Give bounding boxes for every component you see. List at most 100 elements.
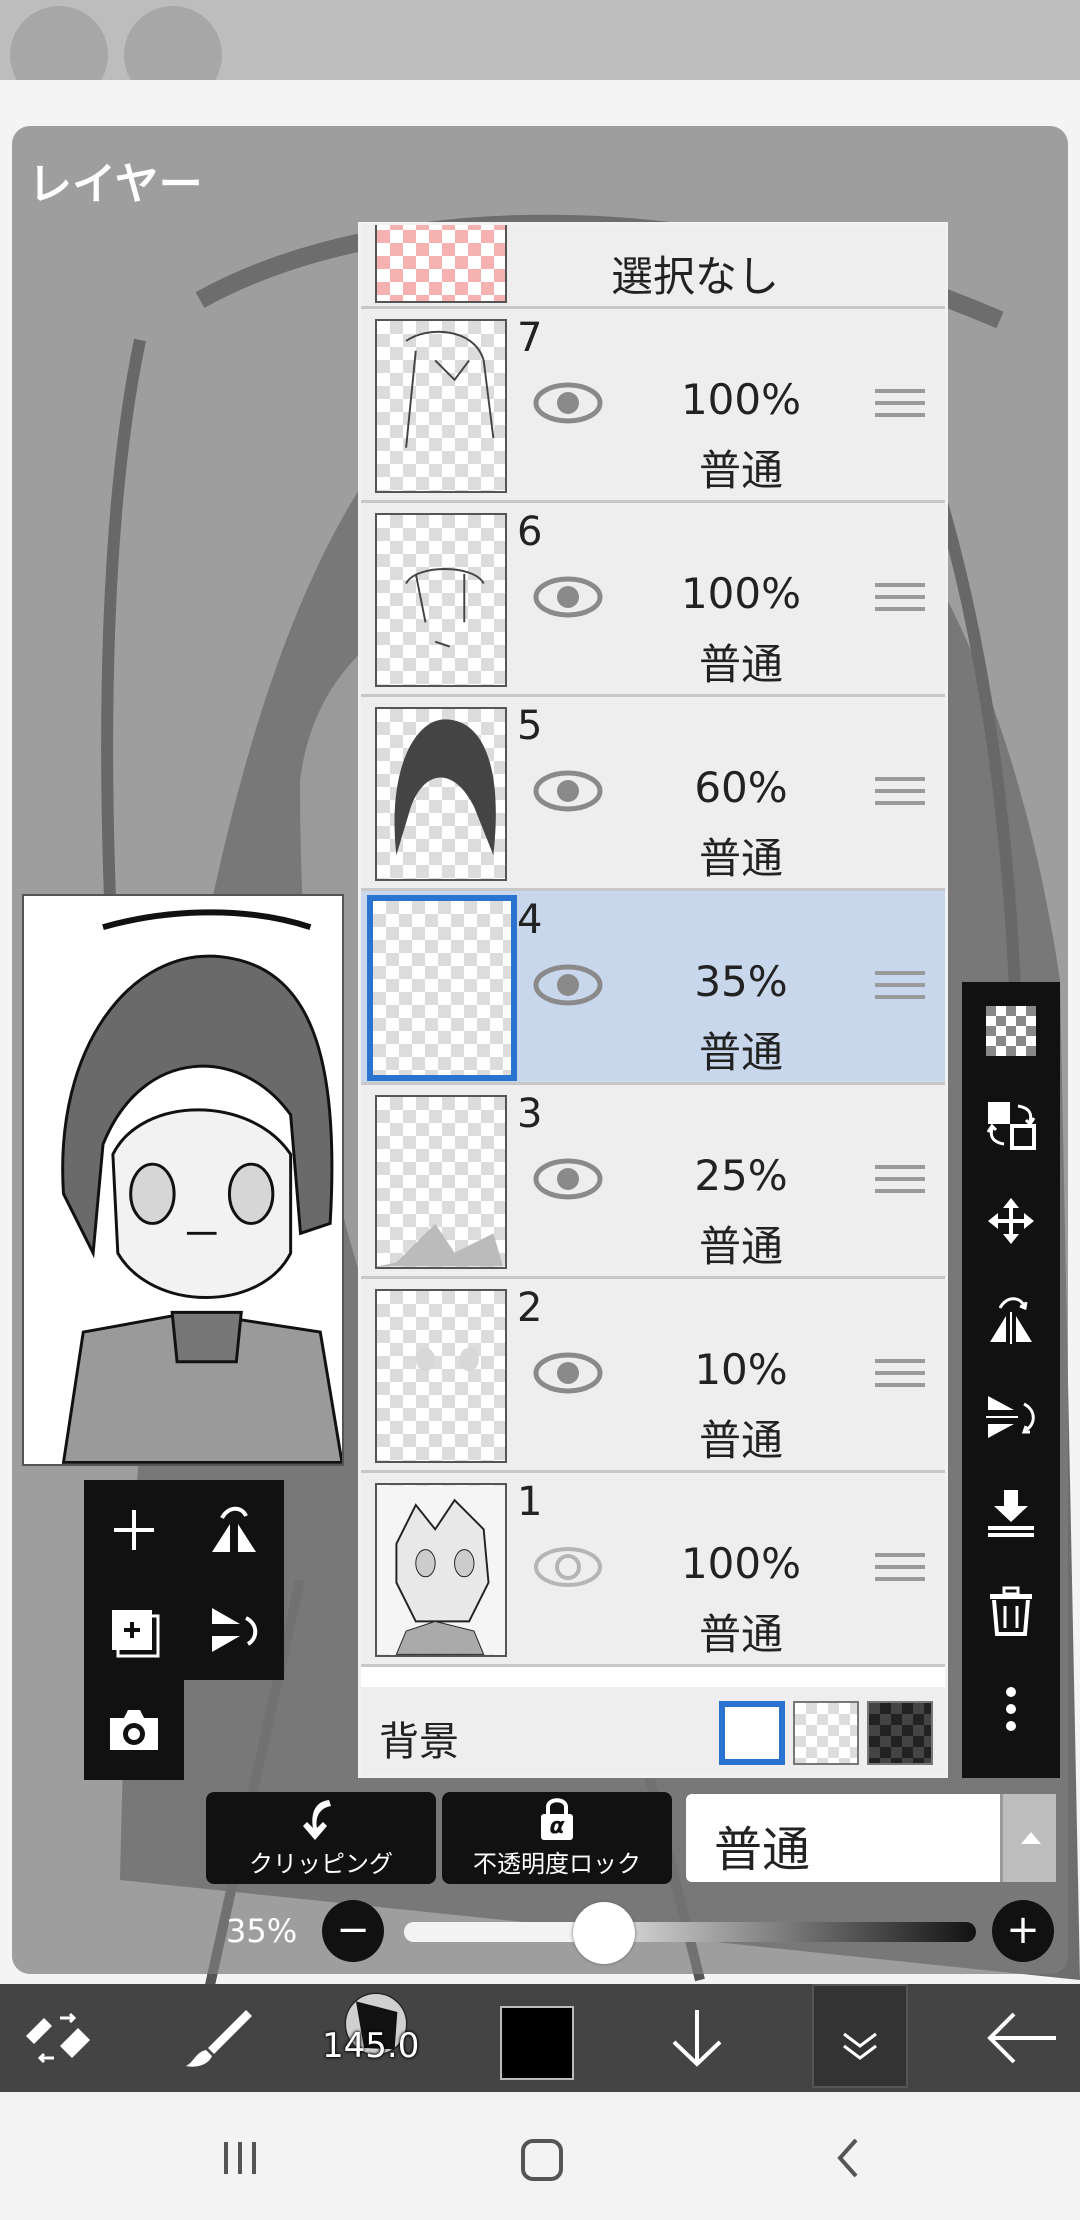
layer-blend-mode: 普通 xyxy=(698,1416,783,1465)
layer-opacity: 25% xyxy=(694,1151,788,1200)
layer-opacity: 10% xyxy=(694,1345,788,1394)
clipping-label: クリッピング xyxy=(249,1850,393,1878)
layer-number: 7 xyxy=(517,315,543,361)
eye-icon[interactable] xyxy=(533,575,603,619)
eye-icon[interactable] xyxy=(533,381,603,425)
flip-canvas-vertical-button[interactable] xyxy=(184,1580,284,1680)
opacity-increase-button[interactable]: + xyxy=(992,1900,1054,1962)
layer-row-7[interactable]: 7 100% 普通 xyxy=(361,309,945,503)
plus-icon xyxy=(114,1510,154,1550)
layer-number: 2 xyxy=(517,1285,543,1331)
background-transparent-swatch[interactable] xyxy=(793,1701,859,1765)
layer-row-2[interactable]: 2 10% 普通 xyxy=(361,1279,945,1473)
drag-handle-icon[interactable] xyxy=(875,971,925,1011)
layer-row-4[interactable]: 4 35% 普通 xyxy=(361,891,945,1085)
opacity-decrease-button[interactable]: − xyxy=(322,1900,384,1962)
layer-thumbnail xyxy=(375,1483,507,1657)
drag-handle-icon[interactable] xyxy=(875,389,925,429)
blend-mode-select[interactable]: 普通 xyxy=(686,1794,1056,1882)
eye-icon[interactable] xyxy=(533,1157,603,1201)
layer-number: 5 xyxy=(517,703,543,749)
brush-size-value: 145.0 xyxy=(322,2026,420,2066)
layer-blend-mode: 普通 xyxy=(698,834,783,883)
layer-row-1[interactable]: 1 100% 普通 xyxy=(361,1473,945,1667)
drag-handle-icon[interactable] xyxy=(875,1553,925,1593)
selection-thumbnail xyxy=(375,225,507,303)
layer-opacity: 35% xyxy=(694,957,788,1006)
canvas-preview xyxy=(22,894,344,1466)
eye-icon[interactable] xyxy=(533,963,603,1007)
background-dark-swatch[interactable] xyxy=(867,1701,933,1765)
layer-list: 選択なし 7 100% 普通 6 100% 普通 5 60% 普通 4 35% … xyxy=(358,222,948,1778)
camera-layer-button[interactable] xyxy=(84,1680,184,1780)
color-swatch[interactable] xyxy=(500,2006,574,2080)
layer-blend-mode: 普通 xyxy=(698,1222,783,1271)
layer-number: 6 xyxy=(517,509,543,555)
layer-thumbnail xyxy=(367,895,517,1081)
opacity-value: 35% xyxy=(226,1912,298,1950)
double-chevron-down-icon xyxy=(843,2032,877,2060)
background-white-swatch[interactable] xyxy=(719,1701,785,1765)
system-back-icon[interactable] xyxy=(828,2136,868,2180)
camera-icon xyxy=(110,1710,158,1750)
selection-layer-row[interactable]: 選択なし xyxy=(361,225,945,309)
alpha-glyph: α xyxy=(549,1814,565,1839)
layer-opacity: 100% xyxy=(680,375,802,424)
layers-panel-toggle[interactable] xyxy=(812,1984,908,2088)
layer-blend-mode: 普通 xyxy=(698,1028,783,1077)
drag-handle-icon[interactable] xyxy=(875,1165,925,1205)
eye-icon[interactable] xyxy=(533,1545,603,1589)
drag-handle-icon[interactable] xyxy=(875,1359,925,1399)
trash-icon[interactable] xyxy=(986,1586,1036,1636)
brush-icon[interactable] xyxy=(180,2006,256,2070)
add-special-layer-button[interactable] xyxy=(84,1580,184,1680)
dropdown-arrow-icon xyxy=(1000,1794,1056,1882)
clipping-arrow-icon xyxy=(303,1800,331,1840)
app-bottom-toolbar: 145.0 xyxy=(0,1984,1080,2092)
layer-row-5[interactable]: 5 60% 普通 xyxy=(361,697,945,891)
layer-blend-mode: 普通 xyxy=(698,446,783,495)
system-nav-bar xyxy=(0,2092,1080,2220)
flip-horizontal-icon[interactable] xyxy=(986,1294,1036,1344)
home-icon[interactable] xyxy=(518,2136,566,2184)
clipping-button[interactable]: クリッピング xyxy=(206,1792,436,1884)
tool-switch-icon[interactable] xyxy=(20,2006,96,2070)
swap-layers-icon[interactable] xyxy=(986,1100,1036,1150)
layer-tools-toolbar xyxy=(962,982,1060,1778)
layer-opacity: 100% xyxy=(680,1539,802,1588)
more-options-icon[interactable] xyxy=(986,1684,1036,1734)
back-arrow-icon[interactable] xyxy=(984,2006,1060,2070)
flip-canvas-horizontal-button[interactable] xyxy=(184,1480,284,1580)
background-row: 背景 xyxy=(361,1687,945,1775)
flip-vertical-icon[interactable] xyxy=(986,1392,1036,1442)
drag-handle-icon[interactable] xyxy=(875,777,925,817)
layer-row-6[interactable]: 6 100% 普通 xyxy=(361,503,945,697)
clear-layer-icon[interactable] xyxy=(986,1006,1036,1056)
layer-thumbnail xyxy=(375,513,507,687)
layer-number: 1 xyxy=(517,1479,543,1525)
drag-handle-icon[interactable] xyxy=(875,583,925,623)
flip-horizontal-icon xyxy=(212,1506,256,1552)
layer-blend-mode: 普通 xyxy=(698,640,783,689)
alpha-lock-button[interactable]: α 不透明度ロック xyxy=(442,1792,672,1884)
layer-thumbnail xyxy=(375,707,507,881)
merge-down-icon[interactable] xyxy=(986,1488,1036,1538)
layer-opacity: 60% xyxy=(694,763,788,812)
move-icon[interactable] xyxy=(986,1196,1036,1246)
background-label: 背景 xyxy=(379,1719,459,1765)
selection-label: 選択なし xyxy=(611,252,780,301)
eye-icon[interactable] xyxy=(533,769,603,813)
arrow-down-icon[interactable] xyxy=(662,2006,732,2070)
recent-apps-icon[interactable] xyxy=(218,2136,262,2180)
flip-vertical-icon xyxy=(212,1608,258,1652)
opacity-slider-handle[interactable] xyxy=(573,1902,636,1964)
layer-row-3[interactable]: 3 25% 普通 xyxy=(361,1085,945,1279)
add-layer-button[interactable] xyxy=(84,1480,184,1580)
plus-icon: + xyxy=(1006,1907,1040,1953)
layer-number: 3 xyxy=(517,1091,543,1137)
eye-icon[interactable] xyxy=(533,1351,603,1395)
layer-actions-toolbar xyxy=(84,1480,284,1780)
panel-title: レイヤー xyxy=(28,159,203,210)
layer-thumbnail xyxy=(375,1095,507,1269)
minus-icon: − xyxy=(336,1907,370,1953)
